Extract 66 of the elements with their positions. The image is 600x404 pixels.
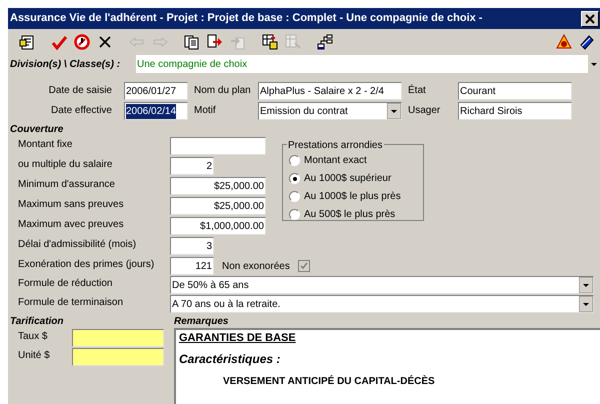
- radio-label: Au 500$ le plus près: [304, 208, 396, 222]
- dropdown-arrow-icon[interactable]: [387, 103, 401, 119]
- close-button[interactable]: [581, 10, 599, 26]
- tree-icon[interactable]: [316, 33, 334, 51]
- text-field[interactable]: 121: [170, 257, 214, 275]
- radio-button[interactable]: [289, 209, 300, 220]
- text-field[interactable]: 2: [170, 157, 214, 175]
- field-label: Montant fixe: [18, 138, 72, 152]
- rate-field[interactable]: [72, 328, 164, 346]
- section-title: Remarques: [174, 316, 228, 328]
- checkmark-icon[interactable]: [50, 33, 68, 51]
- close-icon: [585, 14, 595, 24]
- radio-label: Montant exact: [304, 154, 367, 168]
- field-label: Usager: [408, 104, 442, 118]
- text-field[interactable]: Courant: [458, 82, 572, 100]
- section-title: Tarification: [9, 316, 64, 328]
- field-label: Délai d'admissibilité (mois): [18, 238, 136, 252]
- text-field[interactable]: $1,000,000.00: [170, 217, 266, 235]
- field-label: Date de saisie: [48, 84, 113, 98]
- field-label: Taux $: [18, 330, 48, 344]
- dropdown-arrow-icon[interactable]: [579, 296, 593, 312]
- radio-button[interactable]: [289, 191, 300, 202]
- field-label: Date effective: [50, 104, 113, 118]
- text-field[interactable]: 3: [170, 237, 214, 255]
- remarks-text: GARANTIES DE BASE: [179, 332, 296, 345]
- text-field[interactable]: $25,000.00: [170, 177, 266, 195]
- window-title: Assurance Vie de l'adhérent - Projet : Projet de base : Complet - Une compagnie de choix -: [10, 11, 482, 26]
- field-label: Formule de réduction: [18, 277, 112, 291]
- field-label: ou multiple du salaire: [18, 158, 112, 172]
- text-field[interactable]: 2006/02/14: [124, 102, 188, 120]
- motif-dropdown[interactable]: Emission du contrat: [258, 102, 402, 120]
- field-label: Nom du plan: [194, 84, 252, 98]
- radio-button[interactable]: [289, 155, 300, 166]
- pages-icon[interactable]: [183, 33, 201, 51]
- field-label: Minimum d'assurance: [18, 178, 115, 192]
- field-label: Maximum sans preuves: [18, 198, 124, 212]
- field-label: Formule de terminaison: [18, 296, 124, 310]
- division-field[interactable]: Une compagnie de choix: [136, 55, 600, 73]
- field-label: Unité $: [18, 349, 50, 363]
- book-icon[interactable]: [578, 33, 596, 51]
- checkbox-label: Non exonorées: [222, 260, 290, 274]
- stop-icon[interactable]: [73, 33, 91, 51]
- text-field[interactable]: Richard Sirois: [458, 102, 572, 120]
- help-icon[interactable]: [555, 33, 573, 51]
- text-field[interactable]: [170, 137, 266, 155]
- text-field[interactable]: $25,000.00: [170, 197, 266, 215]
- text-field[interactable]: 2006/01/27: [124, 82, 188, 100]
- radio-label: Au 1000$ le plus près: [304, 190, 401, 204]
- remarks-text: Caractéristiques :: [179, 352, 280, 366]
- field-label: Motif: [194, 104, 217, 118]
- section-title: Couverture: [9, 124, 64, 136]
- radio-label: Au 1000$ supérieur: [304, 172, 392, 186]
- formula-dropdown[interactable]: De 50% à 65 ans: [170, 276, 594, 294]
- formula-dropdown[interactable]: A 70 ans ou à la retraite.: [170, 295, 594, 313]
- remarks-editor[interactable]: GARANTIES DE BASE Caractéristiques : VERSEMENT ANTICIPÉ DU CAPITAL-DÉCÈS: [174, 328, 600, 404]
- text-field[interactable]: AlphaPlus - Salaire x 2 - 2/4: [258, 82, 402, 100]
- division-label: Division(s) \ Classe(s) :: [9, 58, 122, 72]
- field-label: État: [408, 83, 427, 98]
- field-label: Maximum avec preuves: [18, 218, 124, 232]
- rate-field[interactable]: [72, 348, 164, 366]
- field-label: Exonération des primes (jours): [18, 258, 154, 272]
- radio-button[interactable]: [289, 173, 300, 184]
- dropdown-arrow-icon[interactable]: [579, 277, 593, 293]
- grid-document-icon[interactable]: [261, 33, 279, 51]
- notes-icon[interactable]: [18, 33, 36, 51]
- remarks-text: VERSEMENT ANTICIPÉ DU CAPITAL-DÉCÈS: [223, 376, 435, 388]
